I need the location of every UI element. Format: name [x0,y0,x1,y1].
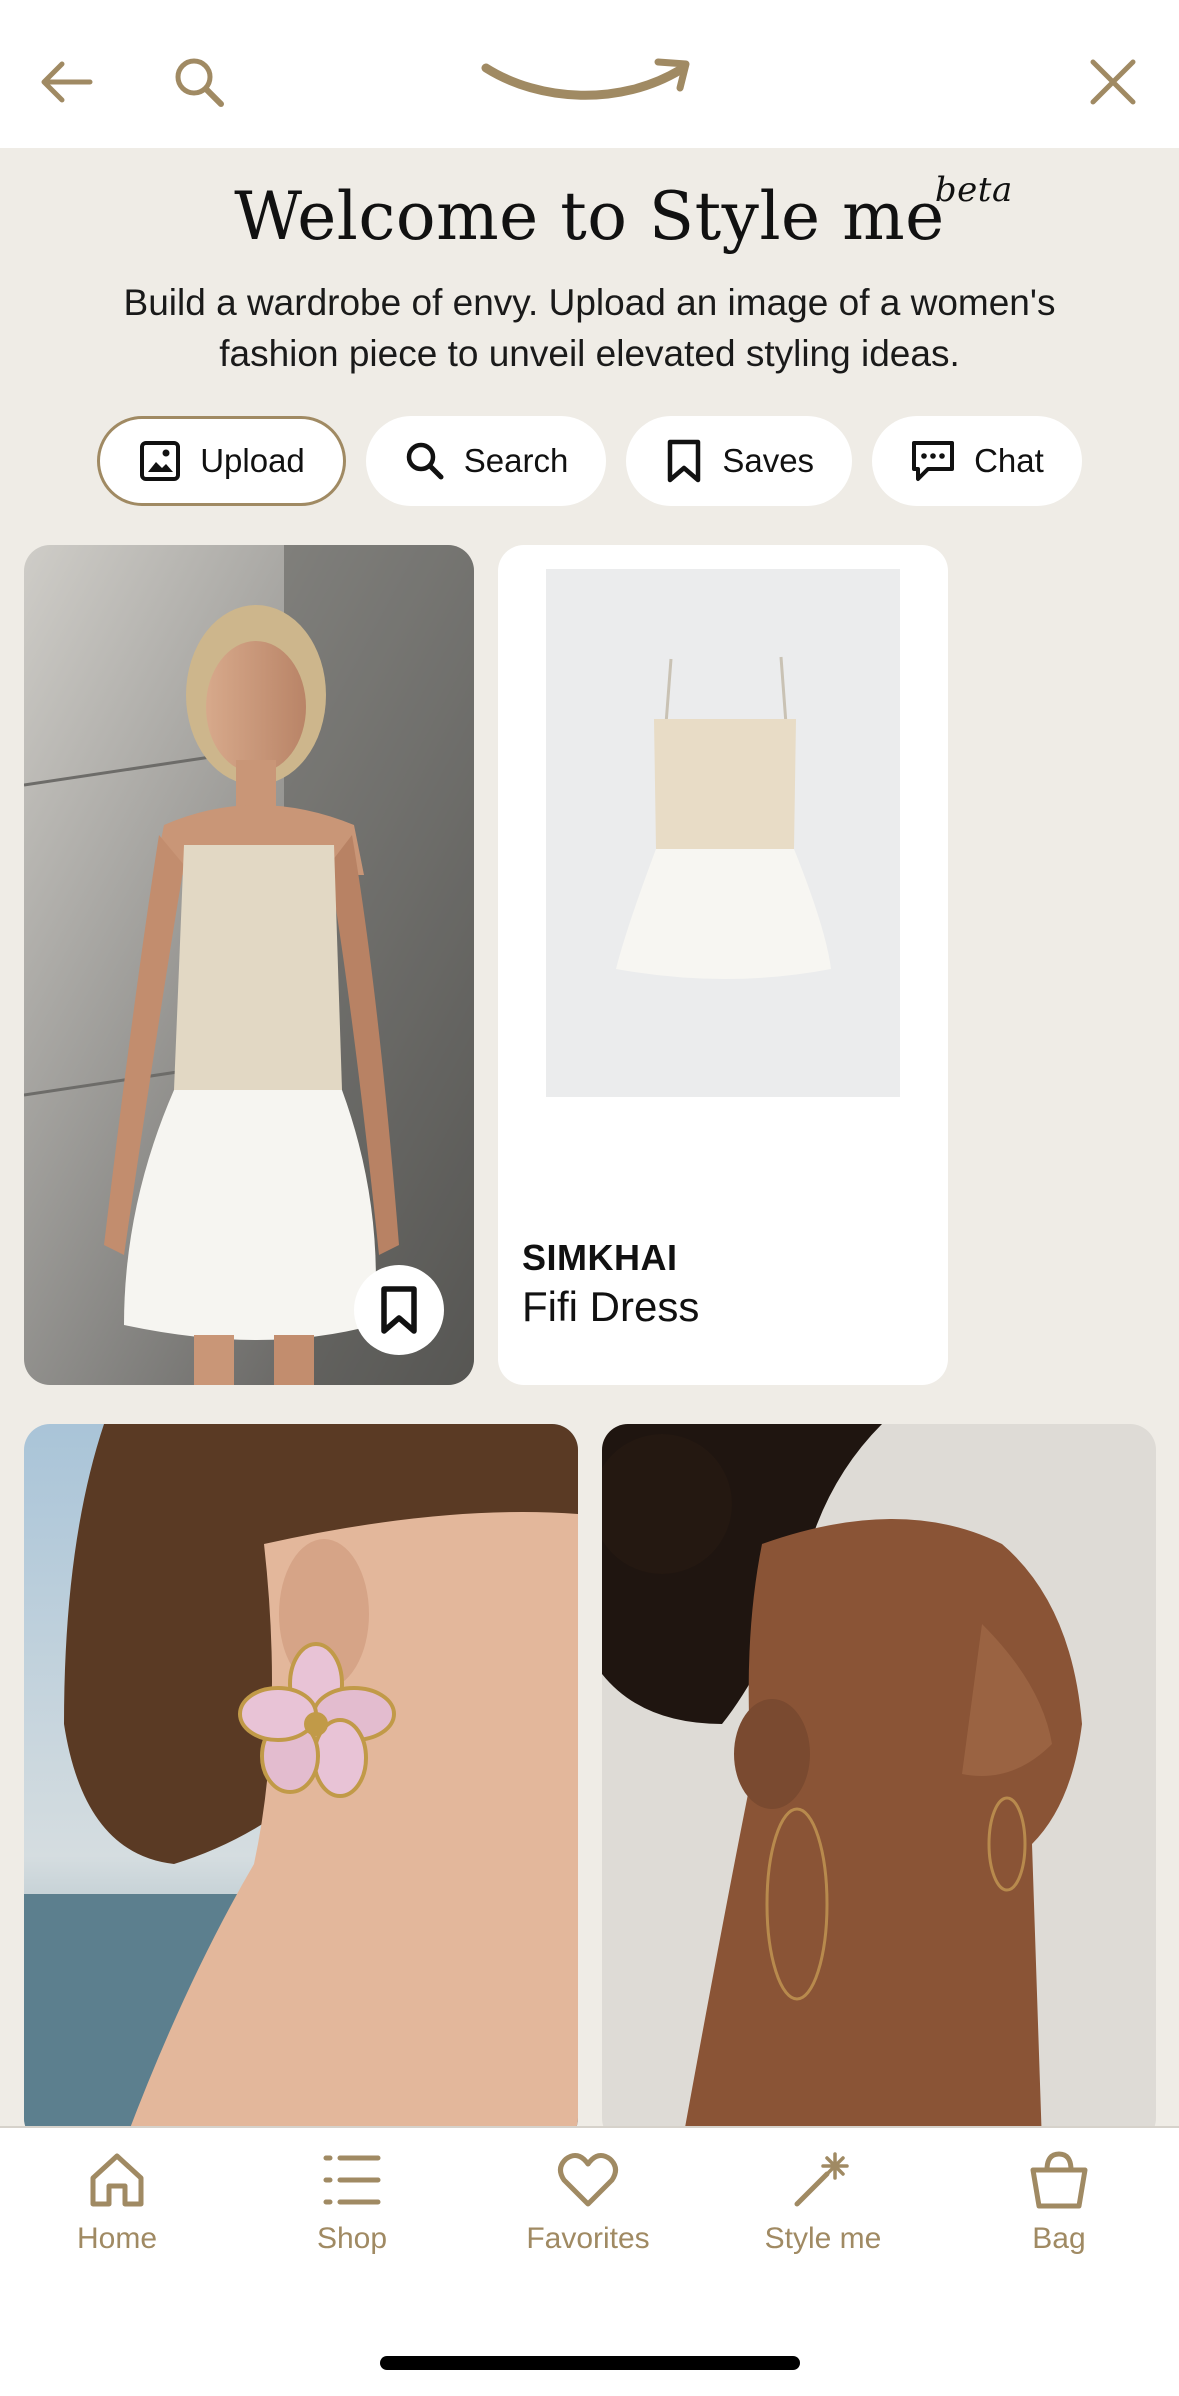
beta-badge: beta [934,170,1013,210]
heart-icon [558,2152,618,2207]
back-button[interactable] [30,46,102,118]
saves-label: Saves [722,442,815,479]
shopping-bag-icon [1030,2151,1088,2209]
arrow-left-icon [41,61,93,103]
home-indicator [380,2356,800,2370]
action-pills: Upload Search Saves Chat [0,416,1179,506]
nav-favorites[interactable]: Favorites [488,2150,688,2256]
product-brand: SIMKHAI [522,1237,678,1278]
nav-style-me[interactable]: Style me [723,2150,923,2256]
nav-bag[interactable]: Bag [959,2150,1159,2256]
nav-home[interactable]: Home [17,2150,217,2256]
top-bar [0,0,1179,148]
close-button[interactable] [1077,46,1149,118]
nav-shop-label: Shop [316,2222,388,2255]
product-image [546,569,900,1097]
nav-home-label: Home [76,2222,158,2255]
save-look-button[interactable] [354,1265,444,1355]
page-title: Welcome to Style me beta [234,170,1012,255]
search-label: Search [463,442,569,479]
nav-bag-label: Bag [1032,2222,1086,2255]
bookmark-icon [668,439,701,483]
chat-icon [912,441,955,481]
earring-photo-card[interactable] [24,1424,578,2144]
model-photo-card[interactable] [24,545,474,1385]
chat-button[interactable]: Chat [872,416,1082,506]
upload-button[interactable]: Upload [97,416,346,506]
amazon-smile-logo [480,54,700,114]
list-icon [323,2155,381,2205]
saves-button[interactable]: Saves [626,416,853,506]
earring-photo [24,1424,578,2144]
hoop-photo-card[interactable] [602,1424,1156,2144]
search-button[interactable] [163,46,235,118]
bookmark-icon [381,1286,417,1334]
chat-label: Chat [974,442,1044,479]
search-icon [406,442,444,480]
nav-favorites-label: Favorites [526,2222,650,2255]
image-upload-icon [140,441,181,481]
nav-style-me-label: Style me [764,2222,882,2255]
welcome-section: Welcome to Style me beta Build a wardrobe… [0,170,1179,379]
search-icon [175,58,224,107]
page-title-text: Welcome to Style me [234,178,945,255]
model-photo [24,545,474,1385]
page-subtitle: Build a wardrobe of envy. Upload an imag… [123,282,1056,374]
product-card[interactable]: SIMKHAI Fifi Dress [498,545,948,1385]
close-icon [1090,59,1136,105]
product-name: Fifi Dress [522,1283,700,1330]
sparkle-wand-icon [794,2152,849,2207]
home-icon [90,2153,144,2207]
nav-shop[interactable]: Shop [252,2150,452,2256]
search-pill-button[interactable]: Search [365,416,607,506]
upload-label: Upload [200,442,305,479]
hoop-photo [602,1424,1156,2144]
